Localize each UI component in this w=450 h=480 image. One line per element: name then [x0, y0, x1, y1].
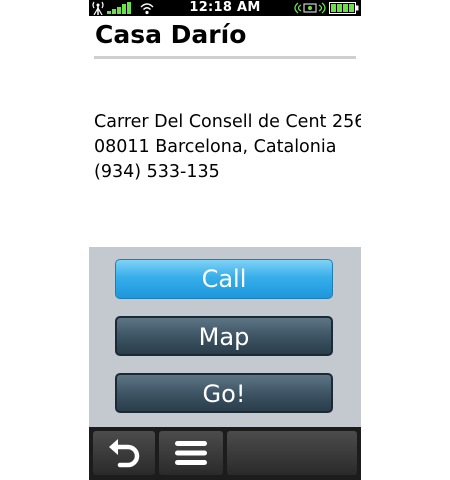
back-button[interactable] — [93, 431, 155, 475]
action-panel: Call Map Go! — [89, 247, 361, 427]
battery-icon — [329, 2, 359, 14]
address-block: Carrer Del Consell de Cent 256 08011 Bar… — [94, 110, 361, 185]
bottom-toolbar — [89, 427, 361, 480]
address-city: 08011 Barcelona, Catalonia — [94, 137, 337, 157]
phone-number: (934) 533-135 — [94, 162, 220, 182]
back-arrow-icon — [109, 439, 140, 468]
status-bar: 12:18 AM — [89, 0, 361, 16]
go-button[interactable]: Go! — [115, 373, 333, 413]
menu-icon — [175, 441, 207, 465]
place-title: Casa Darío — [95, 20, 247, 49]
title-divider — [94, 56, 356, 59]
menu-button[interactable] — [159, 431, 223, 475]
toolbar-blank-slot — [227, 431, 357, 475]
call-button[interactable]: Call — [115, 259, 333, 299]
map-button[interactable]: Map — [115, 316, 333, 356]
device-screen: 12:18 AM Casa Darío Carrer Del Consell d… — [89, 0, 361, 480]
gps-icon — [294, 2, 326, 14]
address-street: Carrer Del Consell de Cent 256 — [94, 112, 361, 132]
